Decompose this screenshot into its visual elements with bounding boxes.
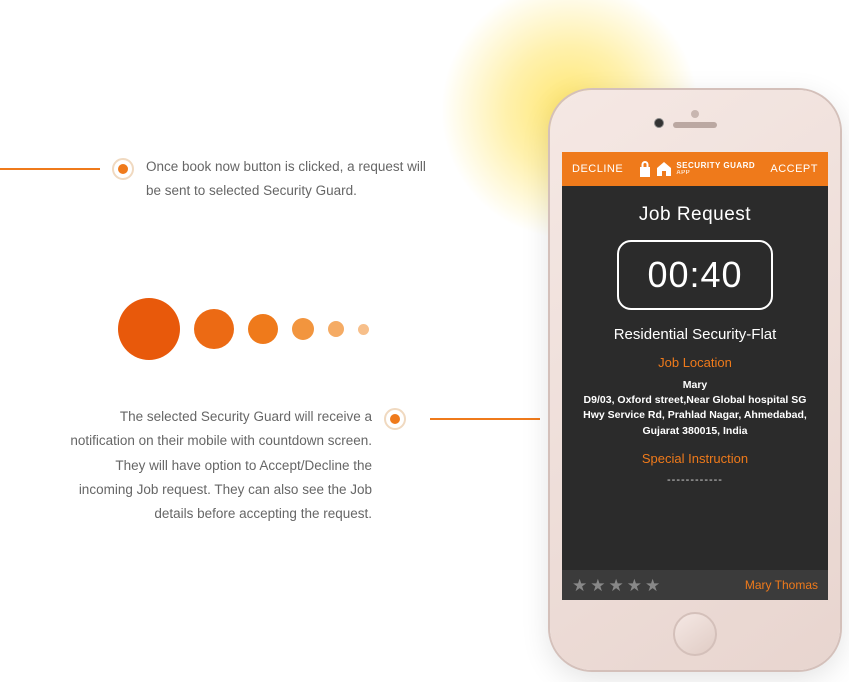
screen-footer: ★ ★ ★ ★ ★ Mary Thomas [562, 570, 828, 600]
logo-line2: APP [676, 170, 755, 176]
connector-line [0, 168, 100, 170]
decline-button[interactable]: DECLINE [572, 163, 623, 175]
requester-name: Mary Thomas [745, 578, 818, 592]
screen-title: Job Request [639, 204, 751, 226]
callout-top: Once book now button is clicked, a reque… [0, 155, 440, 204]
job-request-content: Job Request 00:40 Residential Security-F… [562, 186, 828, 570]
job-type: Residential Security-Flat [614, 326, 777, 343]
dot-5 [328, 321, 344, 337]
lock-icon [638, 161, 652, 177]
star-icon: ★ [627, 577, 642, 594]
customer-name: Mary [574, 378, 816, 393]
house-icon [656, 161, 672, 177]
callout-bottom: The selected Security Guard will receive… [0, 405, 540, 526]
bullet-marker [384, 408, 406, 430]
phone-home-button[interactable] [673, 612, 717, 656]
bullet-marker [112, 158, 134, 180]
location-heading: Job Location [658, 355, 732, 370]
logo-line1: SECURITY GUARD [676, 162, 755, 170]
phone-sensor [691, 110, 699, 118]
accept-button[interactable]: ACCEPT [770, 163, 818, 175]
star-icon: ★ [590, 577, 605, 594]
phone-camera [654, 118, 664, 128]
rating-stars[interactable]: ★ ★ ★ ★ ★ [572, 577, 660, 594]
star-icon: ★ [572, 577, 587, 594]
app-logo: SECURITY GUARD APP [638, 161, 755, 177]
phone-mockup: DECLINE SECURITY GUARD APP ACCEPT Job Re… [550, 90, 840, 670]
phone-screen: DECLINE SECURITY GUARD APP ACCEPT Job Re… [562, 152, 828, 600]
countdown-timer: 00:40 [617, 240, 772, 310]
logo-text: SECURITY GUARD APP [676, 162, 755, 176]
dot-2 [194, 309, 234, 349]
app-topbar: DECLINE SECURITY GUARD APP ACCEPT [562, 152, 828, 186]
instruction-value: ------------ [667, 474, 723, 486]
dot-4 [292, 318, 314, 340]
star-icon: ★ [609, 577, 624, 594]
star-icon: ★ [645, 577, 660, 594]
address-block: Mary D9/03, Oxford street,Near Global ho… [574, 378, 816, 439]
callout-text-bottom: The selected Security Guard will receive… [60, 405, 372, 526]
callout-text-top: Once book now button is clicked, a reque… [146, 155, 440, 204]
dot-3 [248, 314, 278, 344]
loading-dots-decoration [118, 298, 369, 360]
phone-speaker [673, 122, 717, 128]
dot-6 [358, 324, 369, 335]
address-text: D9/03, Oxford street,Near Global hospita… [574, 393, 816, 439]
dot-1 [118, 298, 180, 360]
connector-line [430, 418, 540, 420]
instruction-heading: Special Instruction [642, 451, 748, 466]
